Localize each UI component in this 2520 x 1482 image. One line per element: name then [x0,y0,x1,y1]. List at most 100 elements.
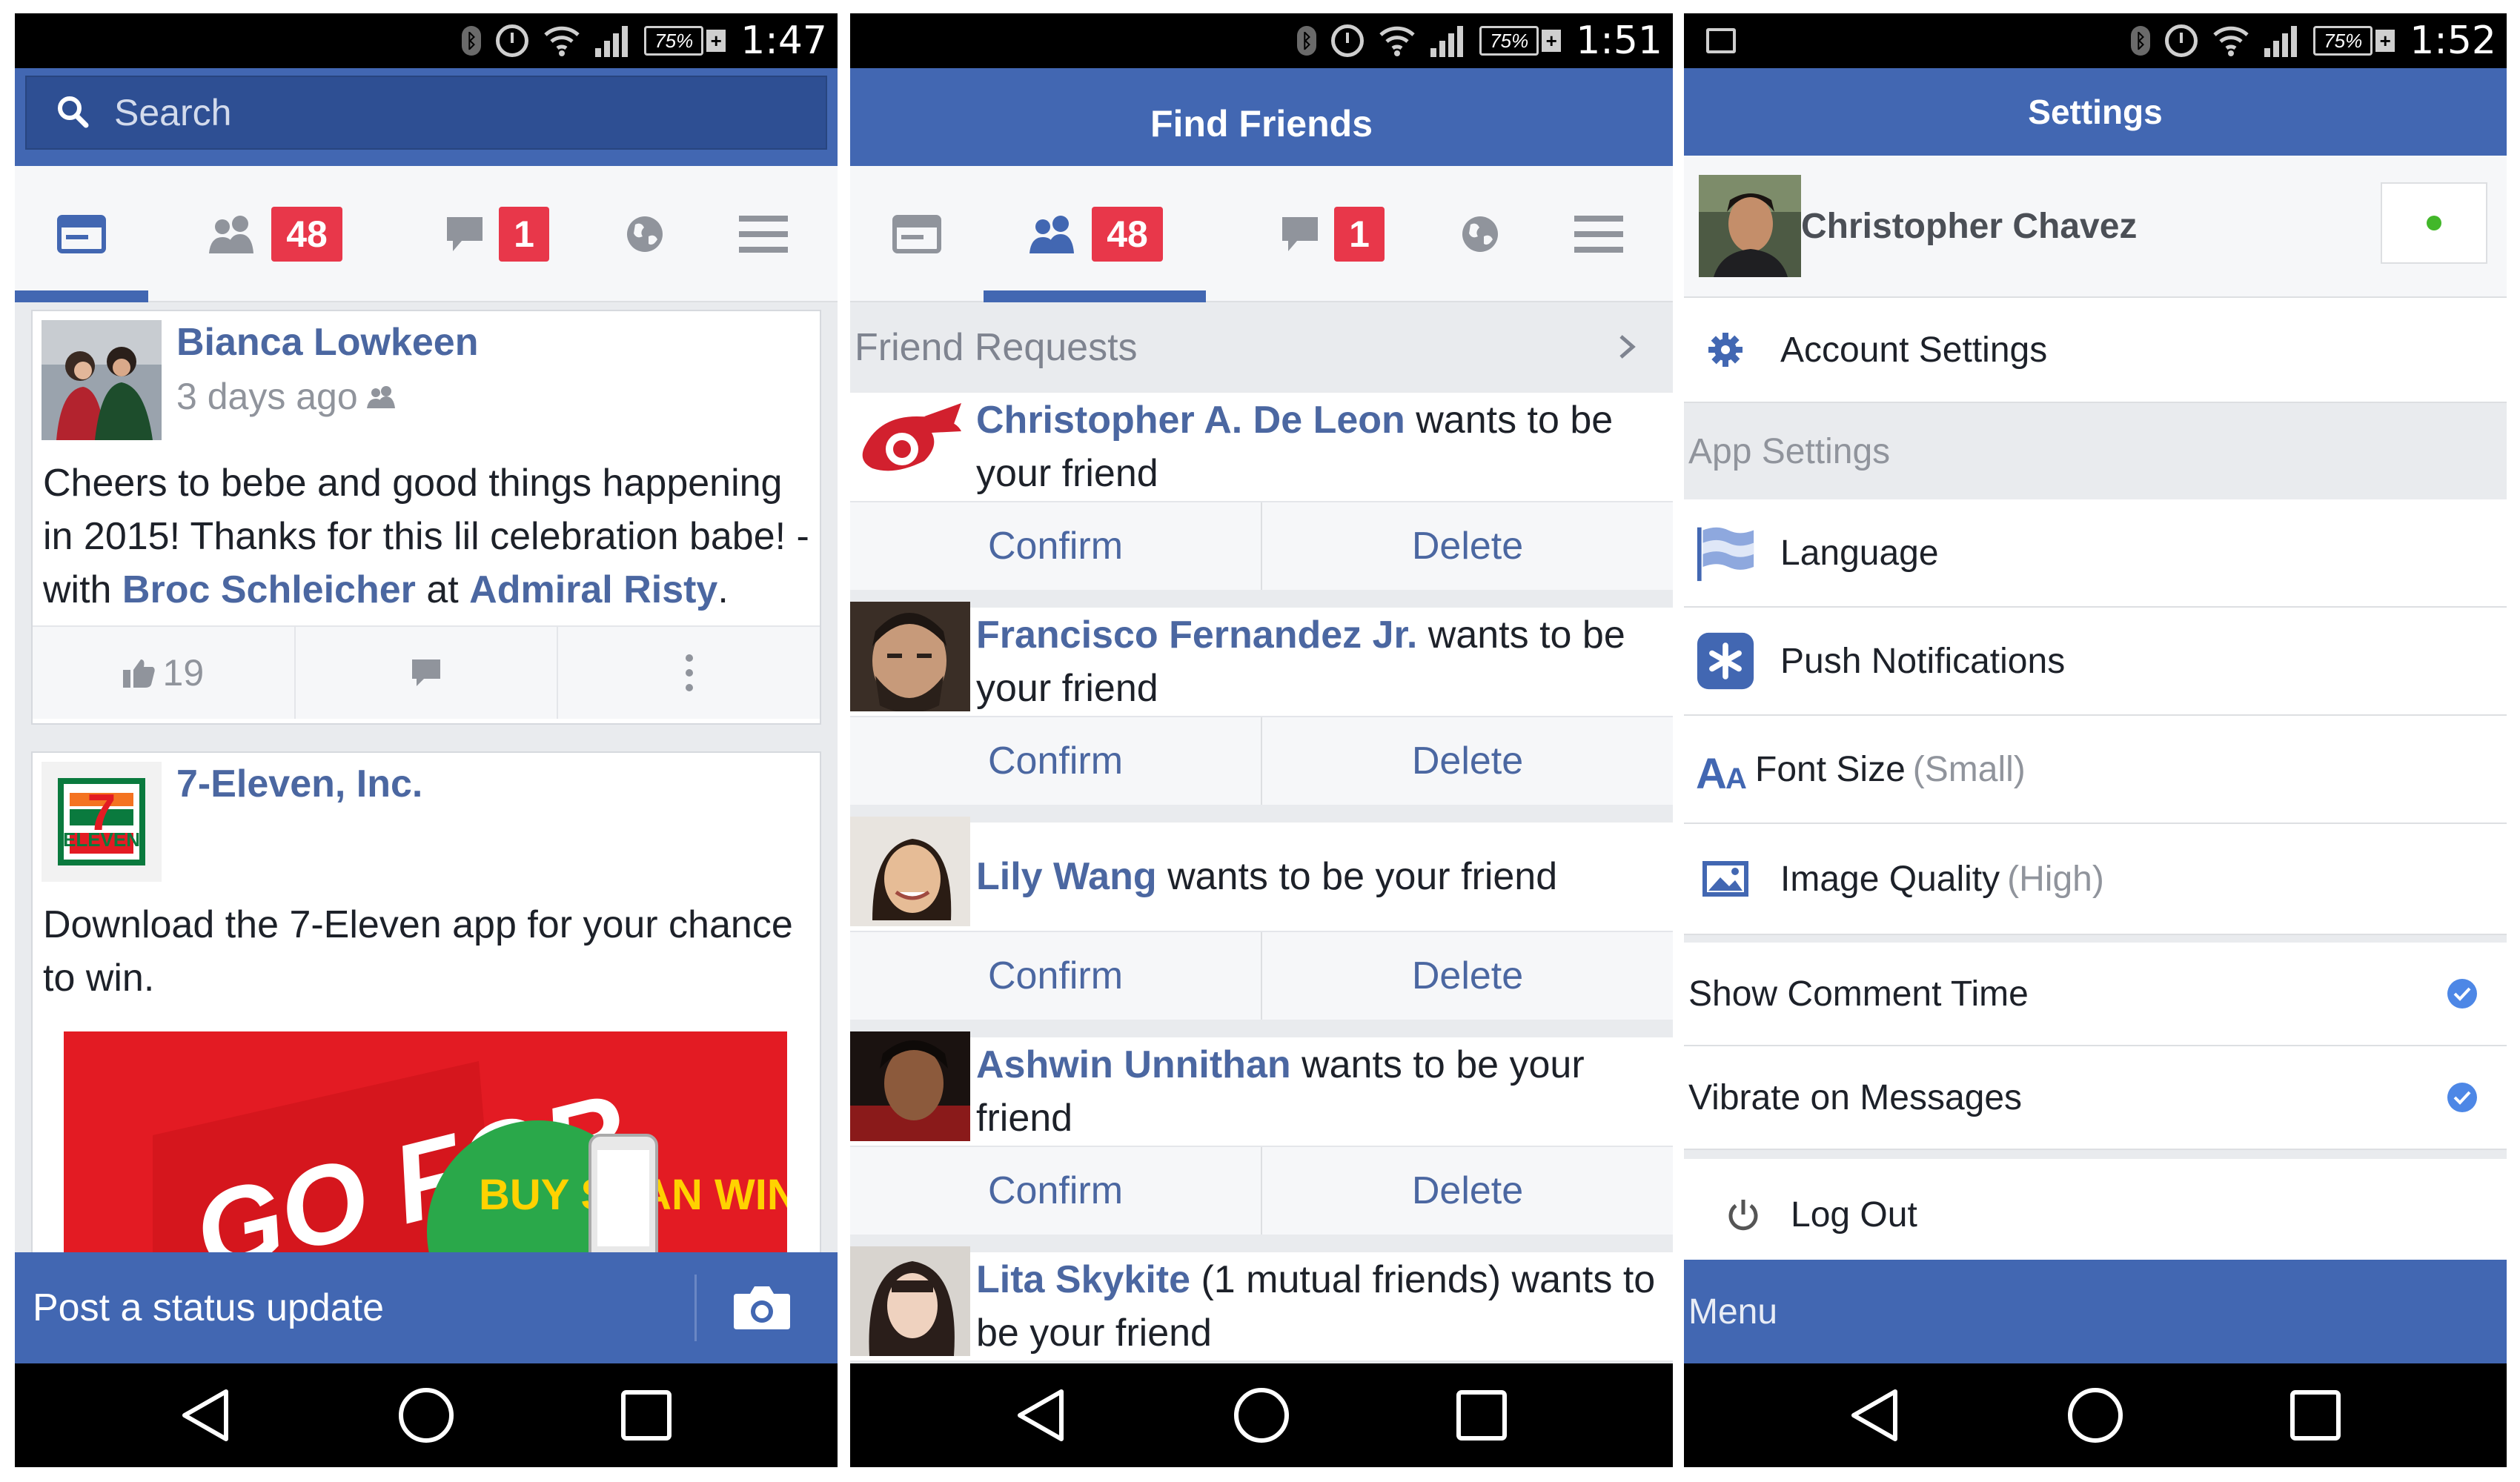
friend-request: Lita Skykite (1 mutual friends) wants to… [850,1246,1673,1362]
vibrate-on-messages-checkbox[interactable] [2447,1083,2477,1112]
tab-menu[interactable] [712,166,815,302]
show-comment-time-checkbox[interactable] [2447,979,2477,1009]
font-size-value: (Small) [1912,749,2026,789]
section-title: Friend Requests [855,326,1138,369]
requester-avatar[interactable] [850,1031,970,1152]
recents-button[interactable] [2278,1378,2352,1452]
tagged-person-link[interactable]: Broc Schleicher [122,568,416,611]
author-avatar[interactable] [42,320,162,440]
requester-name[interactable]: Lita Skykite [976,1258,1190,1301]
show-comment-time-label: Show Comment Time [1688,974,2029,1014]
online-dot-icon [2427,216,2441,230]
bluetooth-icon: ᛒ [2131,26,2151,56]
message-icon [1282,217,1319,251]
font-size-row[interactable]: AA Font Size (Small) [1684,716,2507,824]
ad-image[interactable]: GO FORBUY SCAN WIN [64,1031,798,1266]
recents-button[interactable] [1445,1378,1519,1452]
menu-bar[interactable]: Menu [1684,1260,2507,1363]
language-row[interactable]: Language [1684,499,2507,608]
online-status-toggle[interactable] [2381,182,2487,264]
comment-button[interactable] [296,627,559,719]
battery-percent: 75% [2313,26,2373,56]
post-status-bar[interactable]: Post a status update [15,1252,838,1363]
profile-row[interactable]: Christopher Chavez [1684,156,2507,298]
post-author[interactable]: Bianca Lowkeen [176,320,478,365]
like-button[interactable]: 19 [33,627,296,719]
tab-menu[interactable] [1547,166,1651,302]
messages-badge: 1 [1334,207,1385,262]
home-button[interactable] [389,1378,463,1452]
font-size-icon: AA [1696,740,1755,799]
tab-news-feed[interactable] [15,166,148,302]
request-message: wants to be your friend [1156,855,1558,898]
tab-messages[interactable]: 1 [415,166,578,302]
back-button[interactable] [1838,1378,1912,1452]
bluetooth-icon: ᛒ [462,26,482,56]
home-circle-icon [2067,1388,2123,1443]
delete-button[interactable]: Delete [1262,932,1673,1020]
profile-avatar[interactable] [1699,175,1801,277]
requester-name[interactable]: Ashwin Unnithan [976,1043,1291,1086]
tab-notifications[interactable] [1436,166,1525,302]
confirm-button[interactable]: Confirm [850,502,1262,590]
delete-button[interactable]: Delete [1262,1147,1673,1235]
back-button[interactable] [1004,1378,1078,1452]
confirm-button[interactable]: Confirm [850,717,1262,805]
friend-request: Francisco Fernandez Jr. wants to be your… [850,602,1673,805]
confirm-button[interactable]: Confirm [850,932,1262,1020]
status-bar: ᛒ 75% + 1:51 [850,13,1673,68]
battery-percent: 75% [644,26,704,56]
tab-news-feed[interactable] [850,166,984,302]
confirm-button[interactable]: Confirm [850,1147,1262,1235]
vibrate-on-messages-row[interactable]: Vibrate on Messages [1684,1046,2507,1150]
camera-icon[interactable] [732,1283,792,1331]
tab-friend-requests[interactable]: 48 [984,166,1206,302]
flag-icon [1696,523,1755,582]
asterisk-notification-icon [1696,631,1755,691]
recents-square-icon [1456,1390,1507,1441]
logo-seven-text: 7 [87,783,116,841]
friend-requests-badge: 48 [1092,207,1163,262]
log-out-row[interactable]: Log Out [1684,1159,2507,1270]
image-quality-row[interactable]: Image Quality (High) [1684,824,2507,935]
delete-button[interactable]: Delete [1262,717,1673,805]
search-box[interactable]: Search [25,76,827,150]
post-timestamp[interactable]: 3 days ago [176,375,358,418]
chevron-right-icon [1619,335,1636,359]
checkmark-icon [2453,987,2471,1001]
show-comment-time-row[interactable]: Show Comment Time [1684,943,2507,1046]
requester-name[interactable]: Francisco Fernandez Jr. [976,614,1417,657]
requester-avatar[interactable] [850,393,970,507]
header-bar: Find Friends [850,68,1673,179]
signal-icon [2264,24,2298,57]
tab-messages[interactable]: 1 [1250,166,1413,302]
power-icon [1714,1185,1773,1244]
recents-button[interactable] [609,1378,683,1452]
push-notifications-row[interactable]: Push Notifications [1684,608,2507,716]
friend-request-list: Christopher A. De Leon wants to be your … [850,393,1673,1363]
home-button[interactable] [1224,1378,1299,1452]
alarm-icon [2165,24,2198,57]
home-button[interactable] [2058,1378,2132,1452]
requester-name[interactable]: Christopher A. De Leon [976,399,1405,442]
tagged-place-link[interactable]: Admiral Risty [469,568,717,611]
signal-icon [595,24,629,57]
friend-request: Lily Wang wants to be your friend Confir… [850,817,1673,1020]
requester-avatar[interactable] [850,602,970,722]
page-title: Settings [2028,93,2163,131]
friend-requests-header[interactable]: Friend Requests [850,302,1673,393]
clock: 1:51 [1576,19,1662,63]
page-logo-7-eleven[interactable]: ELEVEN 7 [42,762,162,882]
tab-friend-requests[interactable]: 48 [178,166,371,302]
requester-avatar[interactable] [850,1246,970,1363]
alarm-icon [496,24,529,57]
requester-avatar[interactable] [850,817,970,937]
requester-name[interactable]: Lily Wang [976,855,1157,898]
post-author[interactable]: 7-Eleven, Inc. [176,762,422,806]
account-settings-row[interactable]: Account Settings [1684,298,2507,403]
post-more-options[interactable] [558,627,820,719]
tab-notifications[interactable] [600,166,689,302]
delete-button[interactable]: Delete [1262,502,1673,590]
back-button[interactable] [169,1378,243,1452]
post-body: Download the 7-Eleven app for your chanc… [43,903,793,1000]
